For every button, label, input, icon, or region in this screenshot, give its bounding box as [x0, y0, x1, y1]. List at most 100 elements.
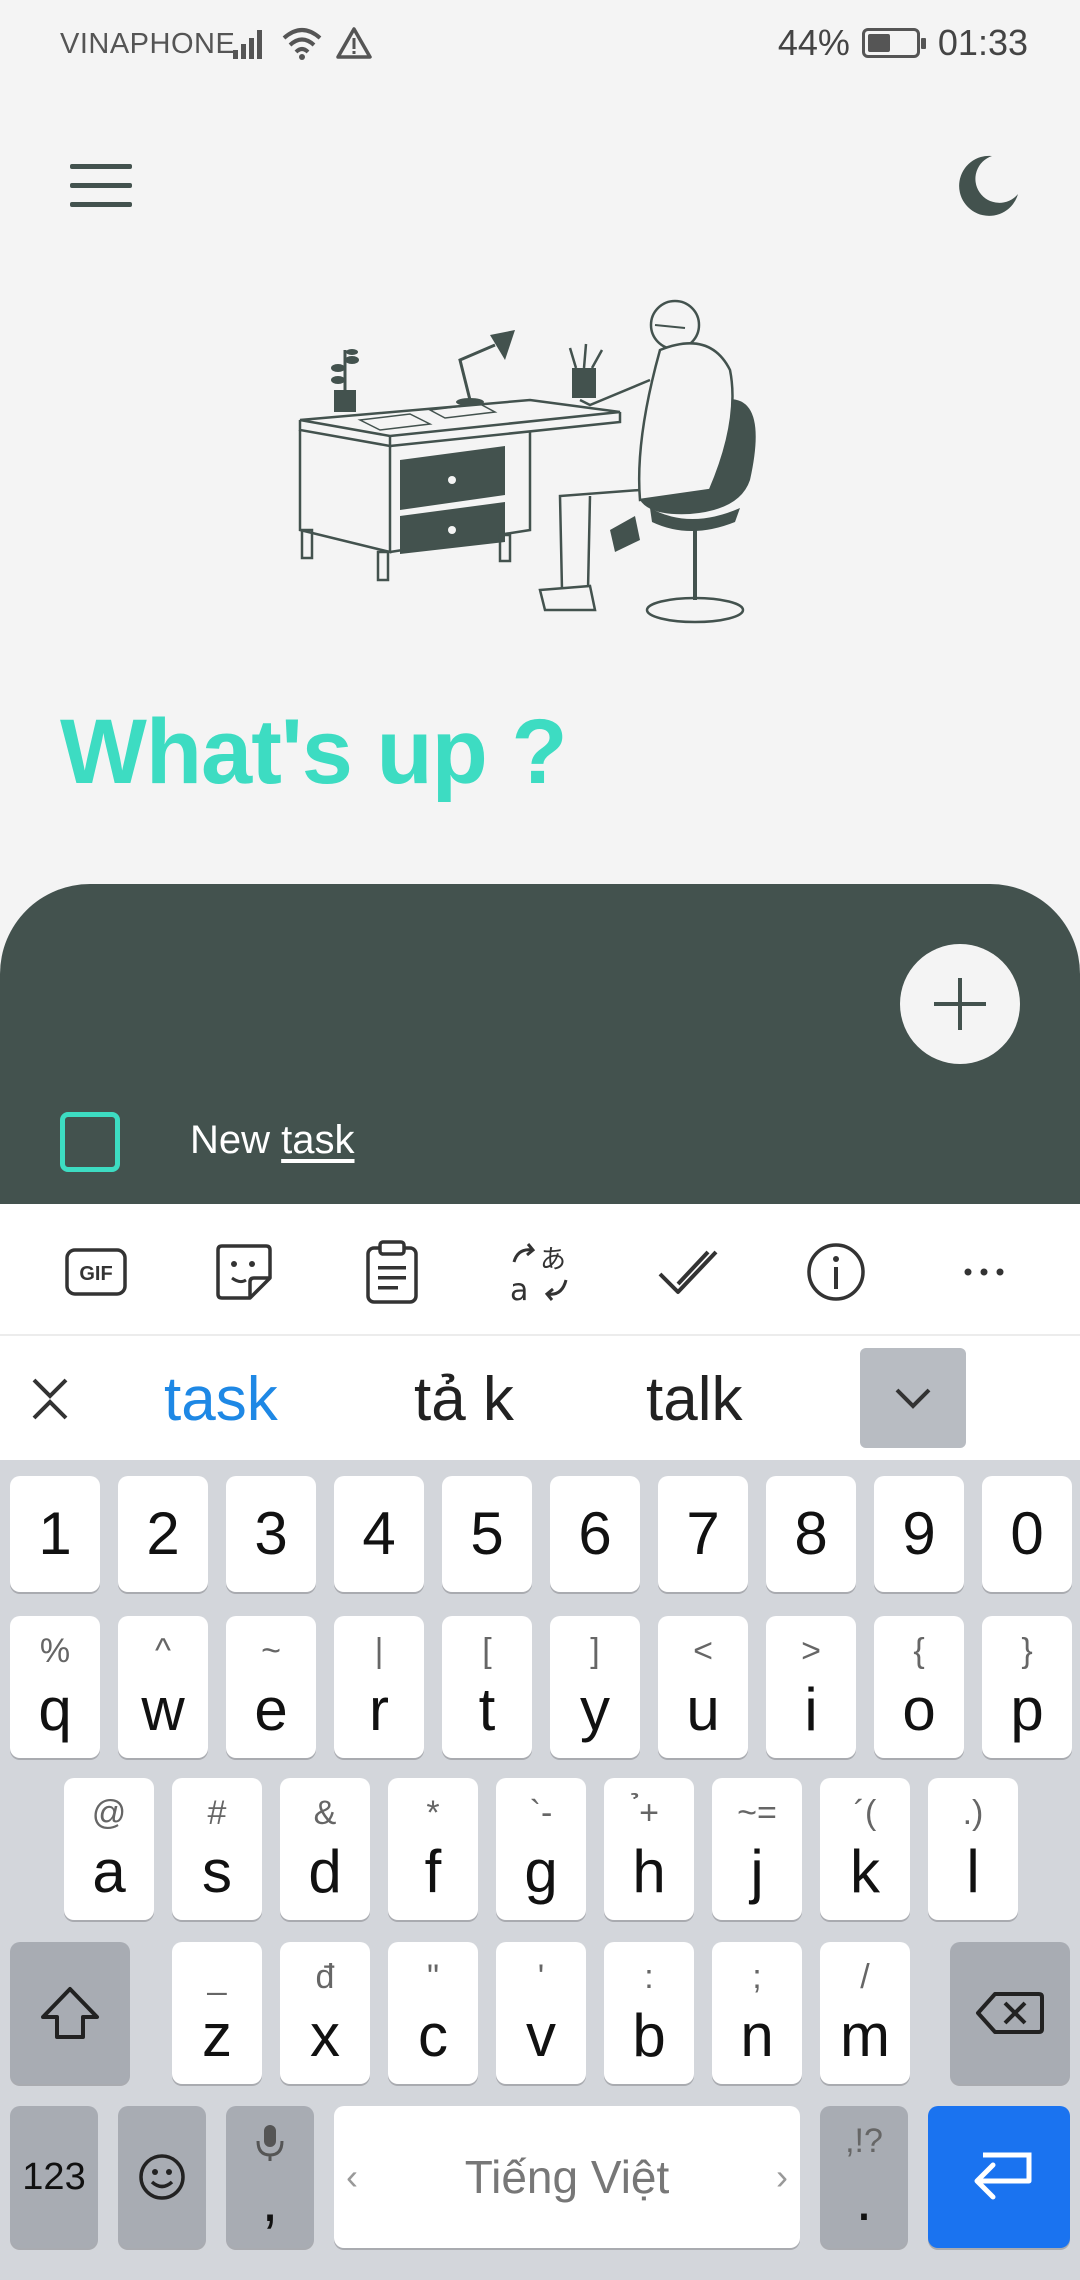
- key-7[interactable]: 7: [658, 1476, 748, 1592]
- key-alt-label: `-: [529, 1794, 553, 1832]
- key-alt-label: ^: [155, 1632, 171, 1670]
- key-d[interactable]: & d: [280, 1778, 370, 1920]
- gif-label: GIF: [79, 1263, 112, 1285]
- key-label: q: [38, 1676, 72, 1743]
- cursor-right-icon: ›: [776, 2156, 788, 2197]
- info-button[interactable]: [804, 1240, 868, 1304]
- key-n[interactable]: ; n: [712, 1942, 802, 2084]
- status-bar: VINAPHONE 44% 01:33: [0, 0, 1080, 92]
- backspace-key[interactable]: [950, 1942, 1070, 2084]
- key-s[interactable]: # s: [172, 1778, 262, 1920]
- key-t[interactable]: [t: [442, 1616, 532, 1758]
- mode-key[interactable]: 123: [10, 2106, 98, 2248]
- key-label: 2: [146, 1500, 180, 1567]
- key-y[interactable]: ] y: [550, 1616, 640, 1758]
- check-button[interactable]: [656, 1240, 720, 1304]
- key-f[interactable]: * f: [388, 1778, 478, 1920]
- key-alt-label: %: [39, 1632, 71, 1670]
- key-p[interactable]: } p: [982, 1616, 1072, 1758]
- key-z[interactable]: _ z: [172, 1942, 262, 2084]
- dark-mode-button[interactable]: [952, 150, 1024, 222]
- key-h[interactable]: ̉+ h: [604, 1778, 694, 1920]
- key-j[interactable]: ~= j: [712, 1778, 802, 1920]
- shift-key[interactable]: [10, 1942, 130, 2084]
- cursor-left-icon: ‹: [346, 2156, 358, 2197]
- new-task-input[interactable]: New task: [190, 1118, 355, 1163]
- clock: 01:33: [937, 22, 1028, 63]
- key-label: 0: [1010, 1500, 1044, 1567]
- key-label: 8: [794, 1500, 828, 1567]
- key-alt-label: #: [207, 1794, 227, 1832]
- key-0[interactable]: 0: [982, 1476, 1072, 1592]
- key-3[interactable]: 3: [226, 1476, 316, 1592]
- key-8[interactable]: 8: [766, 1476, 856, 1592]
- key-g[interactable]: `- g: [496, 1778, 586, 1920]
- key-w[interactable]: ^ w: [118, 1616, 208, 1758]
- key-label: e: [254, 1676, 288, 1743]
- key-o[interactable]: {o: [874, 1616, 964, 1758]
- key-2[interactable]: 2: [118, 1476, 208, 1592]
- key-6[interactable]: 6: [550, 1476, 640, 1592]
- svg-text:a: a: [510, 1273, 528, 1304]
- key-label: 6: [578, 1500, 612, 1567]
- key-b[interactable]: :b: [604, 1942, 694, 2084]
- suggestion-2[interactable]: tả k: [414, 1364, 514, 1435]
- key-4[interactable]: 4: [334, 1476, 424, 1592]
- comma-key[interactable]: ,: [226, 2106, 314, 2248]
- suggestion-1[interactable]: task: [164, 1364, 278, 1435]
- key-l[interactable]: .) l: [928, 1778, 1018, 1920]
- key-e[interactable]: ~ e: [226, 1616, 316, 1758]
- key-1[interactable]: 1: [10, 1476, 100, 1592]
- key-label: c: [418, 2002, 448, 2069]
- more-button[interactable]: [952, 1240, 1016, 1304]
- key-alt-label: @: [91, 1794, 127, 1832]
- period-key[interactable]: ,!?.: [820, 2106, 908, 2248]
- key-k[interactable]: ´(k: [820, 1778, 910, 1920]
- key-m[interactable]: / m: [820, 1942, 910, 2084]
- plus-icon: [934, 978, 986, 1030]
- shift-icon: [41, 1987, 99, 2039]
- expand-suggestions-button[interactable]: [860, 1348, 966, 1448]
- space-key[interactable]: Tiếng Việt ‹ ›: [334, 2106, 800, 2248]
- translate-button[interactable]: a あ: [508, 1240, 572, 1304]
- key-i[interactable]: > i: [766, 1616, 856, 1758]
- key-v[interactable]: ' v: [496, 1942, 586, 2084]
- key-label: l: [966, 1838, 980, 1905]
- key-a[interactable]: @ a: [64, 1778, 154, 1920]
- enter-key[interactable]: [928, 2106, 1070, 2248]
- new-task-word: task: [281, 1118, 355, 1162]
- plant-icon: [331, 349, 359, 412]
- key-c[interactable]: " c: [388, 1942, 478, 2084]
- key-r[interactable]: | r: [334, 1616, 424, 1758]
- space-label: Tiếng Việt: [464, 2151, 670, 2203]
- key-alt-label: ": [426, 1958, 440, 1996]
- key-label: g: [524, 1838, 558, 1905]
- gif-button[interactable]: GIF: [64, 1240, 128, 1304]
- task-checkbox[interactable]: [60, 1112, 120, 1172]
- sticker-button[interactable]: [212, 1240, 276, 1304]
- key-u[interactable]: < u: [658, 1616, 748, 1758]
- clipboard-icon: [366, 1240, 418, 1304]
- key-9[interactable]: 9: [874, 1476, 964, 1592]
- add-task-button[interactable]: [900, 944, 1020, 1064]
- key-label: p: [1010, 1676, 1044, 1743]
- key-label: r: [369, 1676, 389, 1743]
- emoji-key[interactable]: [118, 2106, 206, 2248]
- mode-key-label: 123: [22, 2156, 86, 2198]
- key-label: j: [750, 1838, 764, 1905]
- clipboard-button[interactable]: [360, 1240, 424, 1304]
- key-q[interactable]: % q: [10, 1616, 100, 1758]
- screen: VINAPHONE 44% 01:33 What's up ? New task…: [0, 0, 1080, 2280]
- key-label: 7: [686, 1500, 720, 1567]
- key-label: 4: [362, 1500, 396, 1567]
- suggestion-3[interactable]: talk: [646, 1364, 742, 1435]
- chevron-down-icon: [895, 1388, 931, 1409]
- key-alt-label: đ: [315, 1958, 335, 1996]
- collapse-suggestions-button[interactable]: [28, 1368, 72, 1428]
- backspace-icon: [976, 1992, 1044, 2034]
- key-alt-label: ~: [261, 1632, 281, 1670]
- key-x[interactable]: đx: [280, 1942, 370, 2084]
- translate-icon: a あ: [510, 1243, 568, 1304]
- key-5[interactable]: 5: [442, 1476, 532, 1592]
- menu-button[interactable]: [60, 150, 144, 222]
